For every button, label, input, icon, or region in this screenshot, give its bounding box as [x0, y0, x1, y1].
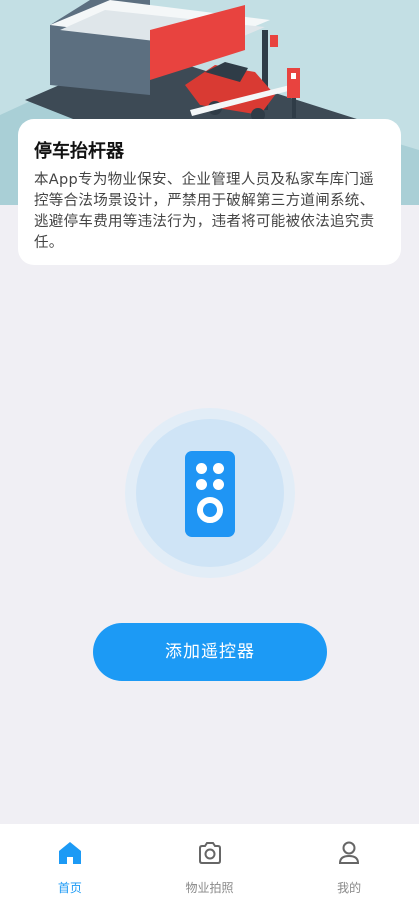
tab-home[interactable]: 首页 — [0, 824, 140, 902]
remote-control-icon-circle — [125, 408, 295, 578]
tab-mine[interactable]: 我的 — [279, 824, 419, 902]
status-bar — [0, 0, 419, 10]
tab-property-photo-label: 物业拍照 — [185, 881, 234, 895]
tab-mine-label: 我的 — [337, 881, 362, 895]
user-icon — [339, 841, 360, 864]
camera-icon — [198, 842, 221, 864]
notice-card: 停车抬杆器 本App专为物业保安、企业管理人员及私家车库门遥控等合法场景设计，严… — [18, 119, 401, 265]
card-description: 本App专为物业保安、企业管理人员及私家车库门遥控等合法场景设计，严禁用于破解第… — [34, 172, 375, 251]
tab-property-photo[interactable]: 物业拍照 — [140, 824, 280, 902]
tab-home-label: 首页 — [57, 881, 82, 895]
bottom-tab-bar: 首页 物业拍照 我的 — [0, 824, 419, 902]
card-title: 停车抬杆器 — [34, 141, 124, 162]
add-remote-button[interactable]: 添加遥控器 — [93, 623, 327, 681]
remote-control-icon — [185, 451, 235, 537]
home-icon — [58, 842, 81, 864]
